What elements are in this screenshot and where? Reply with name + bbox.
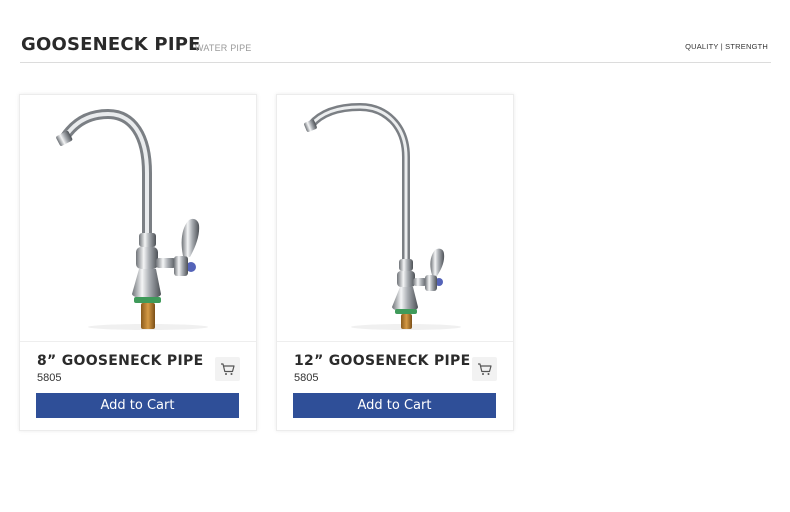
page-header: GOOSENECK PIPE WATER PIPE QUALITY | STRE… (20, 30, 771, 63)
product-card: 12” GOOSENECK PIPE 5805 Add to Cart (276, 94, 514, 431)
page-subtitle: WATER PIPE (195, 43, 252, 53)
page-title: GOOSENECK PIPE (21, 34, 201, 55)
product-image[interactable] (277, 95, 513, 342)
faucet-image (304, 102, 461, 330)
faucet-image (56, 108, 208, 330)
cart-icon[interactable] (215, 357, 240, 381)
add-to-cart-button[interactable]: Add to Cart (36, 393, 239, 418)
cart-icon[interactable] (472, 357, 497, 381)
product-code: 5805 (37, 372, 62, 384)
product-code: 5805 (294, 372, 319, 384)
product-image[interactable] (20, 95, 256, 342)
header-tagline: QUALITY | STRENGTH (685, 42, 768, 51)
add-to-cart-button[interactable]: Add to Cart (293, 393, 496, 418)
product-card: 8” GOOSENECK PIPE 5805 Add to Cart (19, 94, 257, 431)
product-name[interactable]: 8” GOOSENECK PIPE (37, 353, 203, 369)
product-name[interactable]: 12” GOOSENECK PIPE (294, 353, 470, 369)
